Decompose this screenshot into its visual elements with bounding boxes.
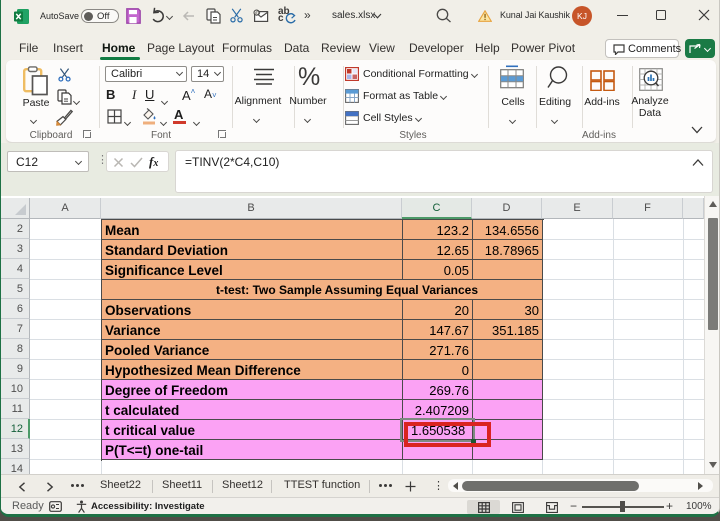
svg-text:@: @ <box>255 11 261 17</box>
